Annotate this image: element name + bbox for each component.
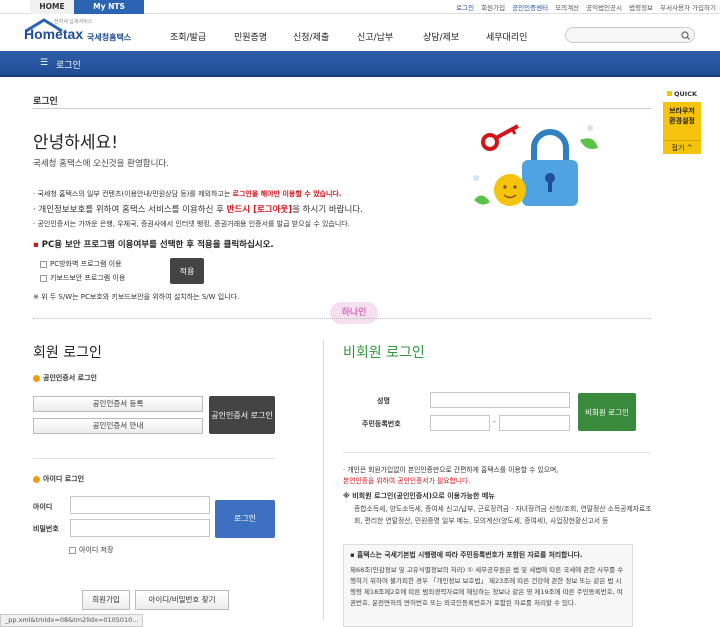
quick-collapse-button[interactable]: 접기 ^ xyxy=(663,140,701,154)
id-login-button[interactable]: 로그인 xyxy=(215,500,275,538)
nav-lookup[interactable]: 조회/발급 xyxy=(170,30,206,43)
id-label: 아이디 xyxy=(33,503,53,511)
logo-subtitle: 전자세 납세서비스 xyxy=(54,19,93,25)
rrn-front-input[interactable] xyxy=(430,415,490,431)
join-button[interactable]: 회원가입 xyxy=(82,590,130,610)
cert-guide-button[interactable]: 공인인증서 안내 xyxy=(33,418,203,434)
privacy-notice-title: ▪ 홈택스는 국세기본법 시행령에 따라 주민등록번호가 포함된 자료를 처리합… xyxy=(350,551,583,559)
page-title-bar-label: 로그인 xyxy=(56,61,81,71)
quick-marker-icon xyxy=(666,91,672,96)
password-input[interactable] xyxy=(70,519,210,537)
security-lock-icon xyxy=(473,124,598,206)
page-title-bar: ☰ 로그인 xyxy=(0,51,720,77)
quick-label: QUICK xyxy=(663,90,701,98)
cert-login-button[interactable]: 공인인증서 로그인 xyxy=(209,396,275,434)
logo[interactable]: 전자세 납세서비스 Hometax 국세청홈택스 xyxy=(24,16,154,46)
firewall-checkbox[interactable] xyxy=(40,260,47,268)
option-firewall[interactable]: PC방화벽 프로그램 이용 xyxy=(40,259,122,269)
guest-divider xyxy=(343,452,651,453)
keyboard-security-checkbox[interactable] xyxy=(40,274,47,282)
apply-button[interactable]: 적용 xyxy=(170,258,204,284)
find-account-button[interactable]: 아이디/비밀번호 찾기 xyxy=(135,590,229,610)
nav-agent[interactable]: 세무대리인 xyxy=(486,30,527,43)
section-divider xyxy=(33,318,651,319)
logo-korean: 국세청홈택스 xyxy=(87,33,132,42)
top-link-law-info[interactable]: 법령정보 xyxy=(629,4,653,12)
watermark: 하나인 xyxy=(330,302,378,324)
logo-text: Hometax xyxy=(24,26,84,42)
page-heading: 로그인 xyxy=(33,97,58,107)
password-label: 비밀번호 xyxy=(33,525,59,533)
id-login-section: 아이디 로그인 xyxy=(33,474,84,484)
greeting-title: 안녕하세요! xyxy=(33,133,119,153)
top-link-login[interactable]: 로그인 xyxy=(456,4,474,12)
guest-info: · 개인은 회원가입없이 본인인증만으로 간편하게 홈택스를 이용할 수 있으며… xyxy=(343,466,559,485)
name-input[interactable] xyxy=(430,392,570,408)
sw-note: ※ 위 두 S/W는 PC보호와 키보드보안을 위하여 설치하는 S/W 입니다… xyxy=(33,293,240,301)
menu-icon[interactable]: ☰ xyxy=(40,58,48,68)
privacy-notice-body: 제68조(민감정보 및 고유식별정보의 처리) ① 세무공무원은 법 및 세법에… xyxy=(350,566,624,607)
guest-login-button[interactable]: 비회원 로그인 xyxy=(578,393,636,431)
cert-login-section: 공인인증서 로그인 xyxy=(33,373,97,383)
tab-home[interactable]: HOME xyxy=(30,0,74,14)
rrn-label: 주민등록번호 xyxy=(362,420,401,428)
save-id-option[interactable]: 아이디 저장 xyxy=(69,545,113,555)
save-id-checkbox[interactable] xyxy=(69,546,76,554)
member-login-title: 회원 로그인 xyxy=(33,345,102,361)
tab-my-nts[interactable]: My NTS xyxy=(74,0,144,14)
member-divider xyxy=(33,458,275,459)
notice-login-required: · 국세청 홈택스의 일부 컨텐츠(이용안내/민원상담 등)를 제외하고는 로그… xyxy=(33,190,342,198)
vertical-divider xyxy=(323,340,324,620)
privacy-notice-box: ▪ 홈택스는 국세기본법 시행령에 따라 주민등록번호가 포함된 자료를 처리합… xyxy=(343,544,633,627)
option-keyboard-security[interactable]: 키보드보안 프로그램 이용 xyxy=(40,273,125,283)
quick-menu: QUICK 브라우저 환경설정 접기 ^ xyxy=(663,90,701,154)
guest-menu-title: ※ 비회원 로그인(공인인증서)으로 이용가능한 메뉴 xyxy=(343,492,495,500)
top-link-join[interactable]: 회원가입 xyxy=(481,4,505,12)
search-input[interactable] xyxy=(565,27,695,43)
guest-login-title: 비회원 로그인 xyxy=(343,345,425,361)
nav-civil[interactable]: 민원증명 xyxy=(234,30,267,43)
notice-certificate: · 공인인증서는 가까운 은행, 우체국, 증권사에서 인터넷 뱅킹, 증권거래… xyxy=(33,220,350,228)
top-link-simulation[interactable]: 모의계산 xyxy=(555,4,579,12)
nav-consult[interactable]: 상담/제보 xyxy=(423,30,459,43)
top-link-public-disclosure[interactable]: 공익법인공시 xyxy=(586,4,622,12)
id-input[interactable] xyxy=(70,496,210,514)
notice-logout: · 개인정보보호를 위하여 홈택스 서비스를 이용하신 후 반드시 [로그아웃]… xyxy=(33,205,363,215)
nav-apply[interactable]: 신청/제출 xyxy=(293,30,329,43)
browser-settings-button[interactable]: 브라우저 환경설정 xyxy=(663,102,701,140)
guest-menu-text: 종합소득세, 양도소득세, 증여세 신고/납부, 근로장려금 · 자녀장려금 신… xyxy=(354,505,652,525)
search-icon[interactable] xyxy=(681,31,690,40)
heading-divider xyxy=(33,108,651,109)
rrn-dash: - xyxy=(493,418,496,426)
orange-bullet-icon xyxy=(33,374,40,382)
browser-status-bar: _pp.xml&tmIdx=08&tm2lIdx=0105010... xyxy=(0,614,144,627)
top-link-dept-join[interactable]: 부서사용자 가입하기 xyxy=(660,4,716,12)
name-label: 성명 xyxy=(377,397,390,405)
top-link-cert-center[interactable]: 공인인증센터 xyxy=(512,4,548,12)
orange-bullet-icon xyxy=(33,475,40,483)
rrn-back-input[interactable] xyxy=(499,415,570,431)
top-links: 로그인 회원가입 공인인증센터 모의계산 공익법인공시 법령정보 부서사용자 가… xyxy=(451,2,716,12)
pc-security-title: ▪ PC용 보안 프로그램 이용여부를 선택한 후 적용을 클릭하십시오. xyxy=(33,240,274,250)
top-bar: HOME My NTS 로그인 회원가입 공인인증센터 모의계산 공익법인공시 … xyxy=(0,0,720,14)
cert-register-button[interactable]: 공인인증서 등록 xyxy=(33,396,203,412)
nav-report[interactable]: 신고/납부 xyxy=(357,30,393,43)
welcome-text: 국세청 홈택스에 오신것을 환영합니다. xyxy=(33,159,169,169)
